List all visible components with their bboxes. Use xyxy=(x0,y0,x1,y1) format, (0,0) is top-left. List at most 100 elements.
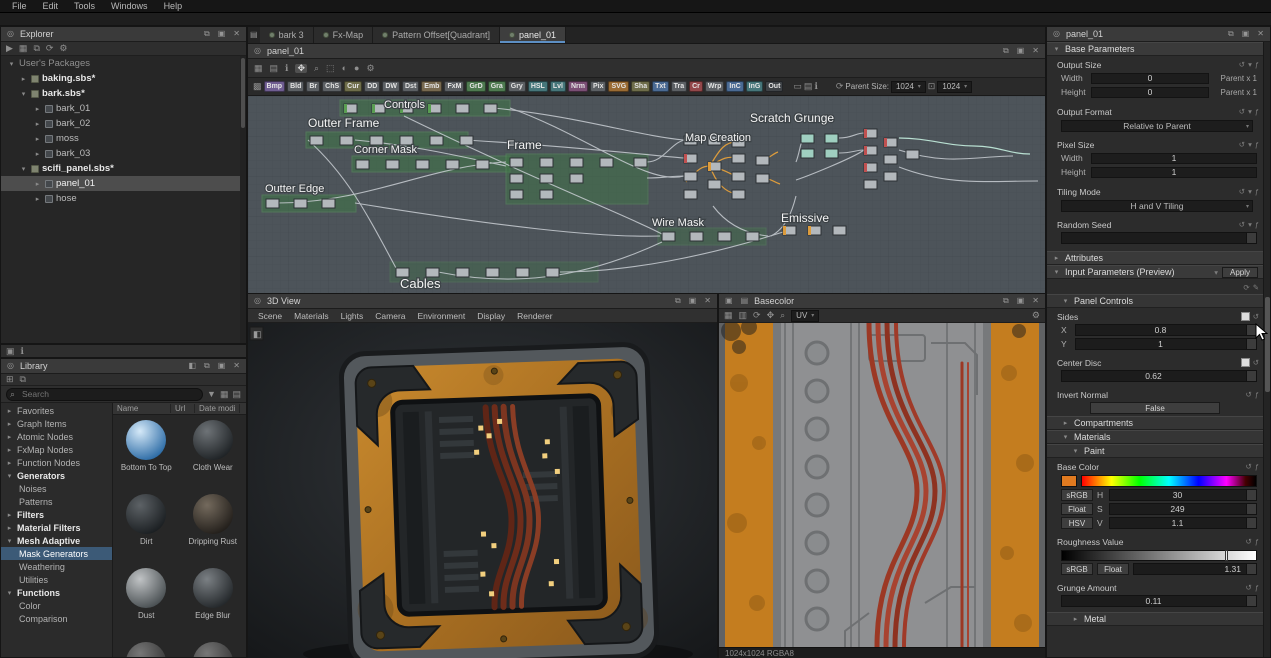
dock-icon[interactable]: ▣ xyxy=(723,297,735,305)
random-seed-slider[interactable] xyxy=(1061,232,1257,244)
settings-icon[interactable]: ⚙ xyxy=(59,44,67,53)
pan-icon[interactable]: ✥ xyxy=(767,311,775,320)
lib-fxmap-nodes[interactable]: ▸FxMap Nodes xyxy=(1,443,112,456)
info-icon[interactable]: ℹ xyxy=(21,347,24,356)
pin-icon[interactable]: ◎ xyxy=(5,362,16,370)
node-chip-chs[interactable]: ChS xyxy=(322,81,342,92)
tab-panel01[interactable]: panel_01 xyxy=(500,27,566,43)
scrollbar-thumb[interactable] xyxy=(1265,297,1270,392)
close-icon[interactable]: ✕ xyxy=(1255,30,1266,38)
uv-select[interactable]: UV▾ xyxy=(791,310,819,322)
list-icon[interactable]: ▤ xyxy=(739,297,751,305)
graph-canvas[interactable]: Controls Outter Frame Corner Mask Frame … xyxy=(248,96,1045,293)
link-icon[interactable]: ⧉ xyxy=(1001,47,1011,55)
lib-mask-generators[interactable]: Mask Generators xyxy=(1,547,112,560)
close-icon[interactable]: ✕ xyxy=(231,30,242,38)
node-chip-fxm[interactable]: FxM xyxy=(444,81,464,92)
node-chip-svg[interactable]: SVG xyxy=(608,81,629,92)
link-icon[interactable]: ⧉ xyxy=(33,44,39,53)
frame-note-icon[interactable]: ▤ xyxy=(804,82,813,91)
reset-icon[interactable]: ↺ xyxy=(1246,462,1252,471)
settings-icon[interactable]: ⚙ xyxy=(1032,311,1040,320)
pixel-height-input[interactable]: 1 xyxy=(1091,167,1257,178)
link-icon[interactable]: ⧉ xyxy=(20,375,26,384)
lib-utilities[interactable]: Utilities xyxy=(1,573,112,586)
node-chip-hsl[interactable]: HSL xyxy=(528,81,548,92)
save-icon[interactable]: ▥ xyxy=(739,311,748,320)
menu-materials[interactable]: Materials xyxy=(288,311,334,321)
close-icon[interactable]: ✕ xyxy=(702,297,713,305)
chevron-down-icon[interactable]: ▾ xyxy=(1214,268,1218,277)
chevron-down-icon[interactable]: ▾ xyxy=(1248,187,1252,196)
menu-scene[interactable]: Scene xyxy=(252,311,288,321)
section-paint[interactable]: ▾ Paint xyxy=(1047,444,1263,458)
float-button[interactable]: Float xyxy=(1097,563,1129,575)
save-icon[interactable]: ▦ xyxy=(19,44,28,53)
thumb-cloth-wear[interactable]: Cloth Wear xyxy=(180,417,247,491)
tree-item-bark01[interactable]: ▸ bark_01 xyxy=(1,101,246,116)
play-icon[interactable]: ▶ xyxy=(6,44,13,53)
chevron-down-icon[interactable]: ▾ xyxy=(1248,220,1252,229)
s-slider[interactable]: 249 xyxy=(1109,503,1257,515)
pixel-width-input[interactable]: 1 xyxy=(1091,153,1257,164)
lib-color[interactable]: Color xyxy=(1,599,112,612)
v-slider[interactable]: 1.1 xyxy=(1109,517,1257,529)
reset-icon[interactable]: ↺ xyxy=(1246,583,1252,592)
lib-comparison[interactable]: Comparison xyxy=(1,612,112,625)
node-chip-txt[interactable]: Txt xyxy=(652,81,669,92)
lib-functions[interactable]: ▾Functions xyxy=(1,586,112,599)
node-chip-ing[interactable]: InG xyxy=(746,81,764,92)
lib-atomic-nodes[interactable]: ▸Atomic Nodes xyxy=(1,430,112,443)
close-icon[interactable]: ✕ xyxy=(1030,47,1041,55)
function-icon[interactable]: ƒ xyxy=(1255,220,1259,229)
float-icon[interactable]: ⧉ xyxy=(202,362,212,370)
node-chip-inc[interactable]: InC xyxy=(726,81,743,92)
reset-icon[interactable]: ↺ xyxy=(1239,107,1245,116)
maximize-icon[interactable]: ▣ xyxy=(1240,30,1252,38)
menu-tools[interactable]: Tools xyxy=(66,1,103,11)
zoom-icon[interactable]: ⌕ xyxy=(314,64,319,73)
reset-icon[interactable]: ↺ xyxy=(1239,140,1245,149)
tiling-mode-select[interactable]: H and V Tiling▾ xyxy=(1061,200,1253,212)
snapshot-icon[interactable]: ◧ xyxy=(186,362,198,370)
float-icon[interactable]: ⧉ xyxy=(1001,297,1011,305)
node-chip-gry[interactable]: Gry xyxy=(508,81,526,92)
maximize-icon[interactable]: ▣ xyxy=(687,297,699,305)
value-box[interactable] xyxy=(1241,358,1250,367)
lib-noises[interactable]: Noises xyxy=(1,482,112,495)
grid-icon[interactable]: ▦ xyxy=(724,311,733,320)
stepper-button[interactable] xyxy=(1246,371,1256,381)
node-chip-dd[interactable]: DD xyxy=(364,81,380,92)
float-icon[interactable]: ⧉ xyxy=(1226,30,1236,38)
stepper-button[interactable] xyxy=(1246,490,1256,500)
sides-y-slider[interactable]: 1 xyxy=(1075,338,1257,350)
section-attributes[interactable]: ▸ Attributes xyxy=(1047,251,1263,265)
menu-help[interactable]: Help xyxy=(156,1,191,11)
pin-icon[interactable]: ◎ xyxy=(5,30,16,38)
maximize-icon[interactable]: ▣ xyxy=(216,362,228,370)
h-slider[interactable]: 30 xyxy=(1109,489,1257,501)
sides-x-slider[interactable]: 0.8 xyxy=(1075,324,1257,336)
menu-edit[interactable]: Edit xyxy=(35,1,67,11)
link-size-icon[interactable]: ⊡ xyxy=(928,82,936,91)
reset-icon[interactable]: ↺ xyxy=(1239,187,1245,196)
close-icon[interactable]: ✕ xyxy=(231,362,242,370)
float-icon[interactable]: ⧉ xyxy=(202,30,212,38)
menu-display[interactable]: Display xyxy=(471,311,511,321)
thumb-dust[interactable]: Dust xyxy=(113,565,180,639)
info-icon[interactable]: ℹ xyxy=(285,64,288,73)
tab-bark3[interactable]: bark 3 xyxy=(260,27,314,43)
node-chip-grd[interactable]: GrD xyxy=(466,81,485,92)
view3d-mini-toolbar[interactable]: ◧ xyxy=(250,327,263,340)
output-height-input[interactable]: 0 xyxy=(1091,87,1209,98)
column-date[interactable]: Date modi xyxy=(195,404,240,413)
properties-scrollbar[interactable] xyxy=(1263,42,1270,657)
function-icon[interactable]: ƒ xyxy=(1255,107,1259,116)
close-icon[interactable]: ✕ xyxy=(1030,297,1041,305)
node-chip-dst[interactable]: Dst xyxy=(402,81,419,92)
node-chip-nrm[interactable]: Nrm xyxy=(568,81,588,92)
new-folder-icon[interactable]: ⊞ xyxy=(6,375,14,384)
section-input-parameters[interactable]: ▾ Input Parameters (Preview) ▾ Apply xyxy=(1047,265,1263,279)
roughness-gradient[interactable] xyxy=(1061,550,1257,561)
settings-icon[interactable]: ⚙ xyxy=(366,64,374,73)
